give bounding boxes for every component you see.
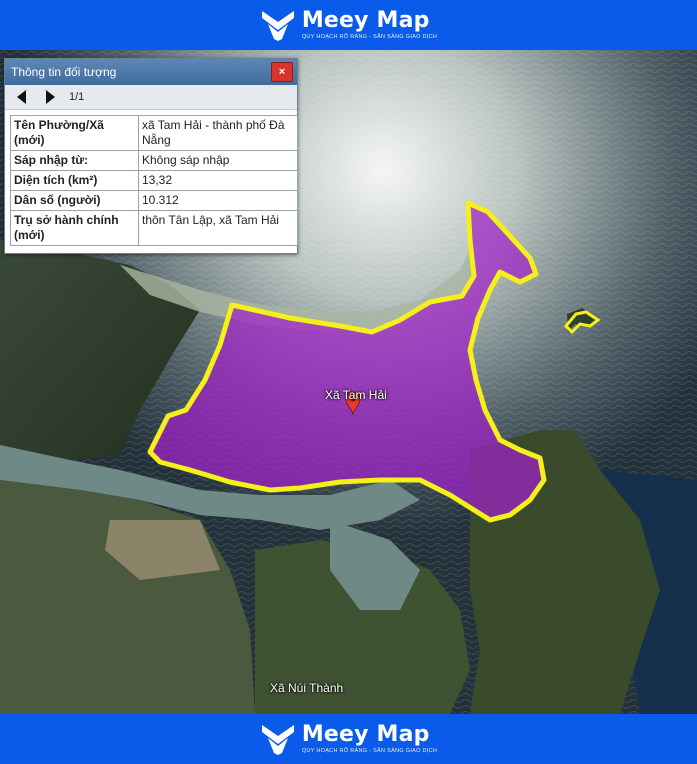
panel-header[interactable]: Thông tin đối tượng × <box>5 59 297 85</box>
row-value: Không sáp nhập <box>138 150 298 171</box>
info-table: Tên Phường/Xã (mới) xã Tam Hải - thành p… <box>10 115 298 246</box>
row-key: Dân số (người) <box>10 190 139 211</box>
next-button[interactable] <box>41 88 59 106</box>
row-key: Trụ sở hành chính (mới) <box>10 210 139 246</box>
row-key: Sáp nhập từ: <box>10 150 139 171</box>
brand-tagline: QUY HOẠCH RÕ RÀNG - SẴN SÀNG GIAO DỊCH <box>301 33 438 40</box>
pager-count: 1/1 <box>69 91 85 103</box>
close-icon: × <box>278 66 286 78</box>
arrow-left-icon <box>17 90 26 104</box>
row-key: Tên Phường/Xã (mới) <box>10 115 139 151</box>
table-row: Tên Phường/Xã (mới) xã Tam Hải - thành p… <box>10 115 298 151</box>
selected-area-label: Xã Tam Hải <box>325 388 387 402</box>
previous-button[interactable] <box>13 88 31 106</box>
row-value: 13,32 <box>138 170 298 191</box>
panel-title: Thông tin đối tượng <box>11 65 117 79</box>
table-row: Dân số (người) 10.312 <box>10 190 298 211</box>
row-key: Diện tích (km²) <box>10 170 139 191</box>
bottom-banner: Meey Map QUY HOẠCH RÕ RÀNG - SẴN SÀNG GI… <box>0 714 697 764</box>
arrow-right-icon <box>46 90 55 104</box>
brand-name: Meey Map <box>301 721 430 747</box>
meey-logo-icon <box>261 725 294 755</box>
table-row: Trụ sở hành chính (mới) thôn Tân Lập, xã… <box>10 210 298 246</box>
pager: 1/1 <box>5 85 297 110</box>
row-value: 10.312 <box>138 190 298 211</box>
table-row: Sáp nhập từ: Không sáp nhập <box>10 150 298 171</box>
close-button[interactable]: × <box>271 62 293 82</box>
brand-logo[interactable]: Meey Map QUY HOẠCH RÕ RÀNG - SẴN SÀNG GI… <box>260 8 437 42</box>
brand-tagline: QUY HOẠCH RÕ RÀNG - SẴN SÀNG GIAO DỊCH <box>301 747 438 754</box>
row-value: thôn Tân Lập, xã Tam Hải <box>138 210 298 246</box>
meey-logo-icon <box>261 11 294 41</box>
top-banner: Meey Map QUY HOẠCH RÕ RÀNG - SẴN SÀNG GI… <box>0 0 697 50</box>
brand-name: Meey Map <box>301 7 430 33</box>
row-value: xã Tam Hải - thành phố Đà Nẵng <box>138 115 298 151</box>
table-row: Diện tích (km²) 13,32 <box>10 170 298 191</box>
nearby-area-label: Xã Núi Thành <box>270 681 344 695</box>
object-info-panel: Thông tin đối tượng × 1/1 Tên Phường/Xã … <box>4 58 298 254</box>
brand-logo-footer[interactable]: Meey Map QUY HOẠCH RÕ RÀNG - SẴN SÀNG GI… <box>260 722 437 756</box>
